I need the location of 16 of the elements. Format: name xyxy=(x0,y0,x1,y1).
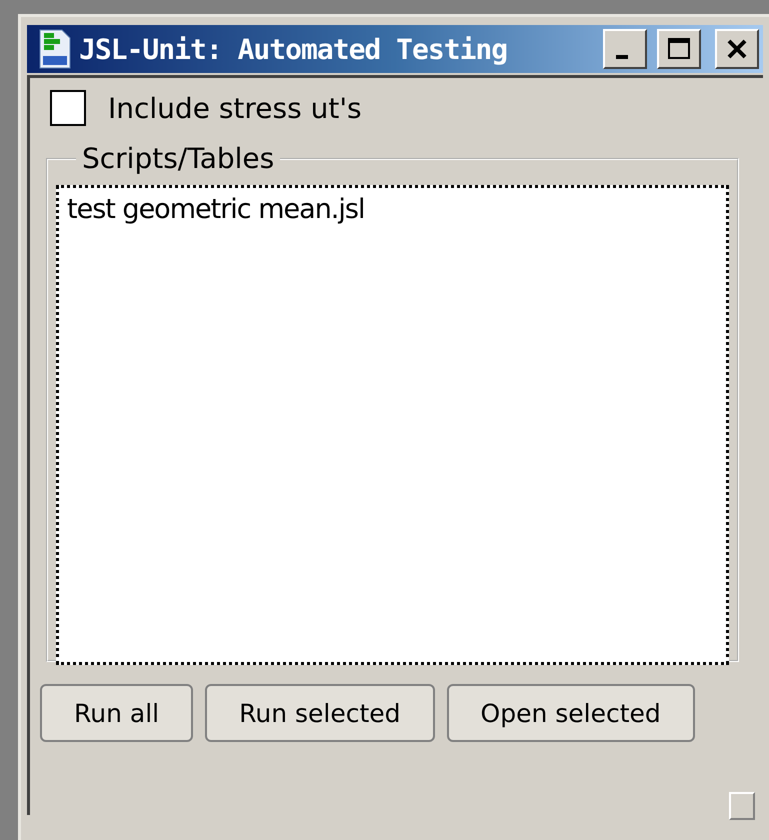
minimize-icon xyxy=(616,55,628,59)
maximize-button[interactable] xyxy=(657,29,701,69)
action-button[interactable]: Run all xyxy=(40,684,194,742)
close-button[interactable] xyxy=(715,29,759,69)
window-title: JSL-Unit: Automated Testing xyxy=(79,32,508,66)
checkbox[interactable] xyxy=(50,90,86,126)
action-button[interactable]: Run selected xyxy=(205,684,435,742)
minimize-button[interactable] xyxy=(603,29,647,69)
script-list[interactable]: test geometric mean.jsl xyxy=(56,185,729,665)
list-item[interactable]: test geometric mean.jsl xyxy=(67,194,718,225)
resize-grip[interactable] xyxy=(729,792,755,820)
action-button[interactable]: Open selected xyxy=(446,684,695,742)
group-title: Scripts/Tables xyxy=(81,142,276,175)
document-icon xyxy=(39,29,71,69)
checkbox-label: Include stress ut's xyxy=(108,92,362,124)
maximize-icon xyxy=(666,37,692,61)
